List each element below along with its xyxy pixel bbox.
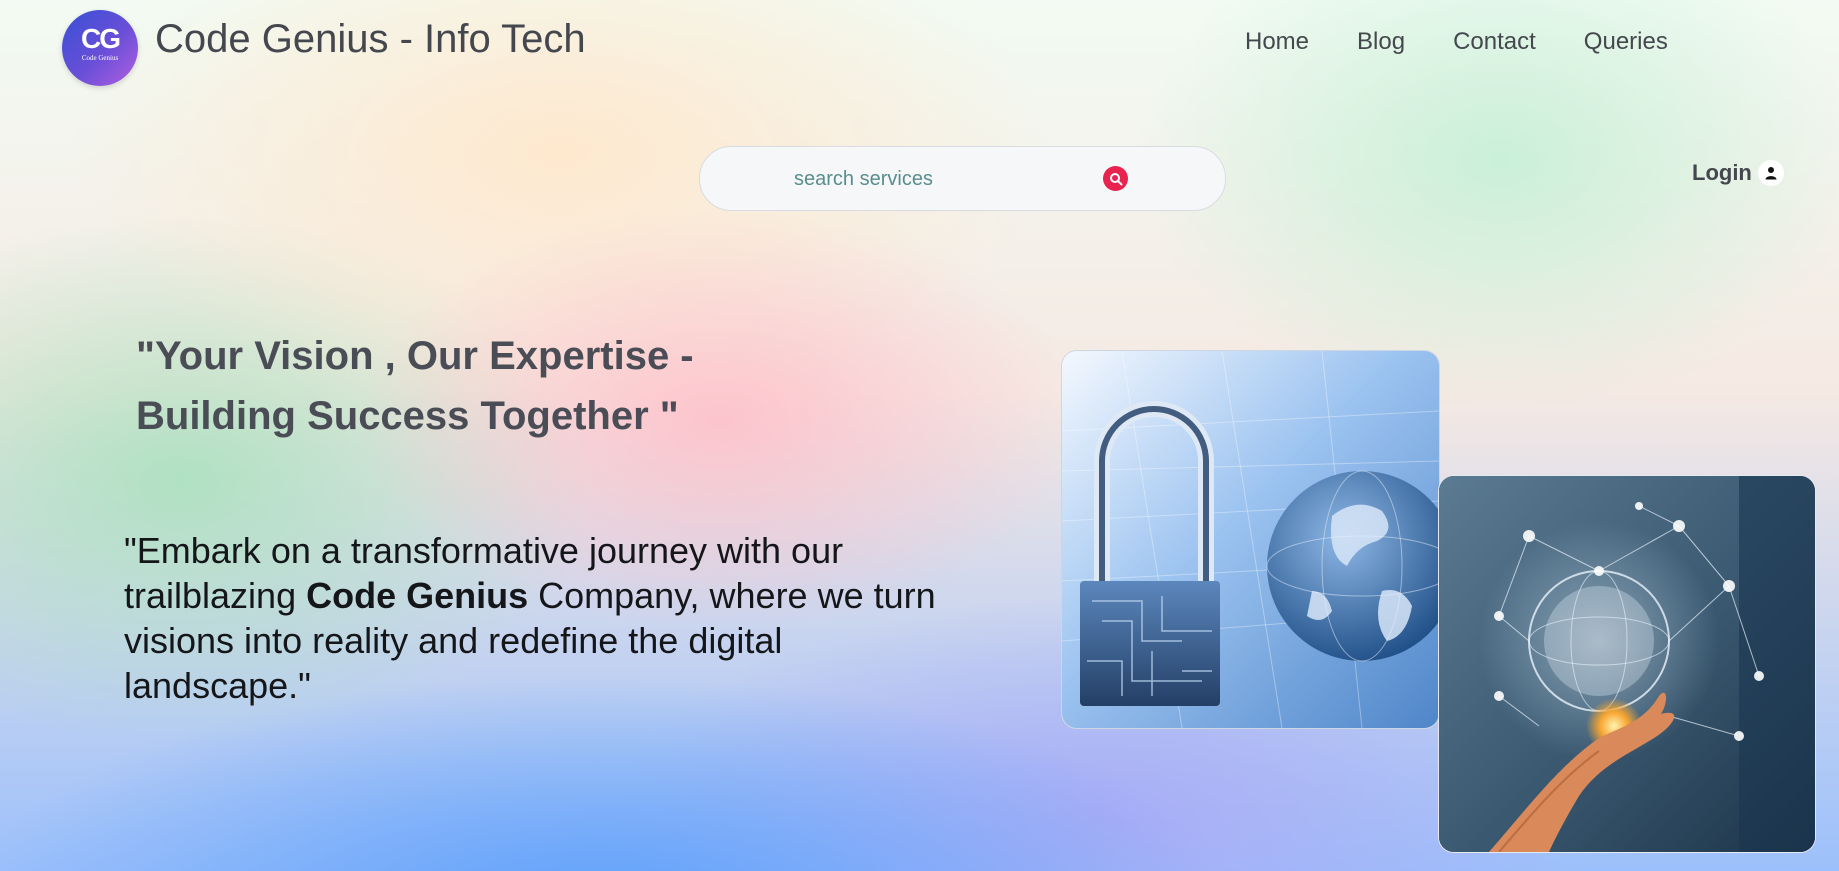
search-input[interactable] bbox=[792, 165, 1056, 193]
search-icon bbox=[1109, 172, 1122, 185]
hero-description: "Embark on a transformative journey with… bbox=[124, 528, 964, 708]
login-label: Login bbox=[1692, 160, 1752, 185]
search-bar bbox=[699, 146, 1226, 211]
hand-holding-network-globe-image bbox=[1438, 475, 1816, 853]
logo[interactable]: CG Code Genius bbox=[62, 10, 138, 86]
main-nav: Home Blog Contact Queries bbox=[1245, 28, 1716, 56]
hero-description-company: Code Genius bbox=[306, 575, 529, 616]
nav-contact-link[interactable]: Contact bbox=[1453, 28, 1536, 56]
brand-title: Code Genius - Info Tech bbox=[155, 17, 586, 61]
login-button[interactable]: Login bbox=[1692, 160, 1784, 186]
search-button[interactable] bbox=[1103, 166, 1128, 191]
nav-queries-link[interactable]: Queries bbox=[1584, 28, 1668, 56]
padlock-globe-image bbox=[1061, 350, 1440, 729]
nav-blog-link[interactable]: Blog bbox=[1357, 28, 1405, 56]
logo-subtext: Code Genius bbox=[81, 54, 119, 62]
logo-mark: CG bbox=[81, 23, 121, 54]
user-icon bbox=[1757, 160, 1784, 186]
hero-tagline: "Your Vision , Our Expertise - Building … bbox=[136, 334, 694, 438]
nav-home-link[interactable]: Home bbox=[1245, 28, 1309, 56]
